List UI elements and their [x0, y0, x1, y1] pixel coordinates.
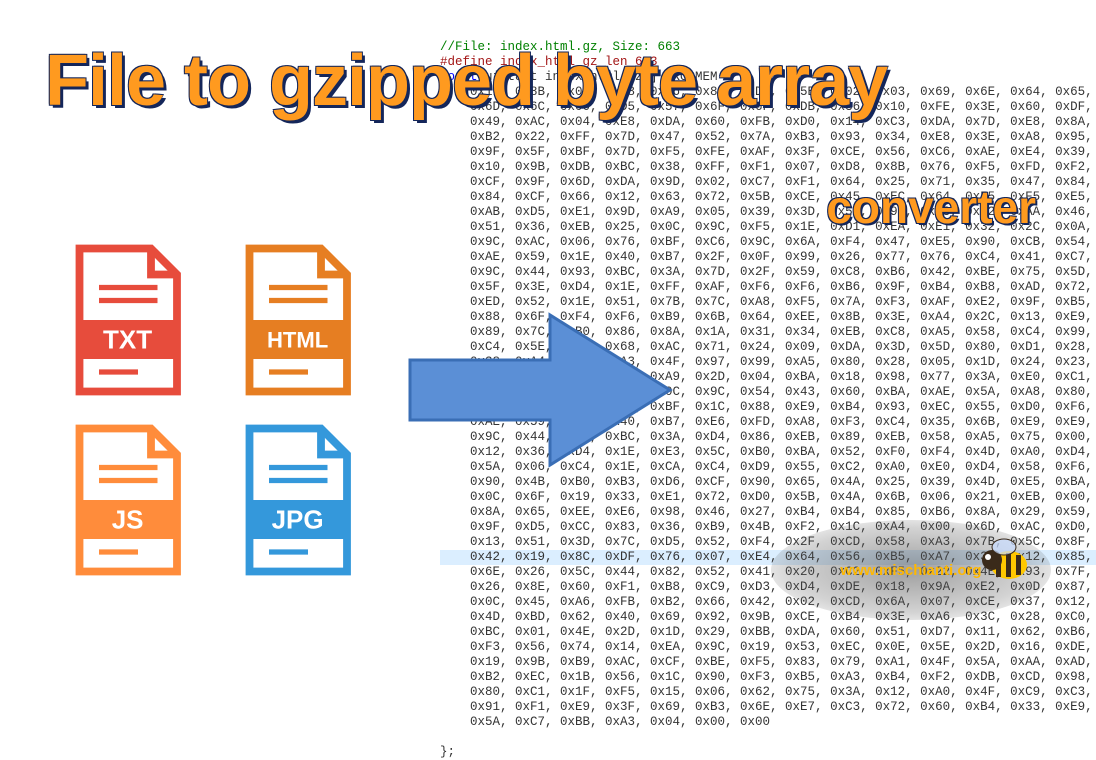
file-icon-html: HTML [230, 240, 360, 400]
arrow-icon [400, 300, 680, 480]
file-icon-jpg: JPG [230, 420, 360, 580]
bee-icon [974, 535, 1034, 585]
watermark-text: www.mischianti.org [840, 562, 981, 579]
file-icon-txt: TXT [60, 240, 190, 400]
svg-text:HTML: HTML [267, 327, 328, 352]
svg-text:JPG: JPG [272, 505, 324, 535]
subtitle: converter [826, 180, 1036, 234]
svg-text:JS: JS [112, 505, 144, 535]
file-icon-js: JS [60, 420, 190, 580]
code-close: }; [440, 745, 455, 759]
main-title: File to gzipped byte array [45, 40, 887, 122]
svg-text:TXT: TXT [103, 325, 152, 355]
file-icons-group: TXT HTML JS [60, 240, 380, 580]
